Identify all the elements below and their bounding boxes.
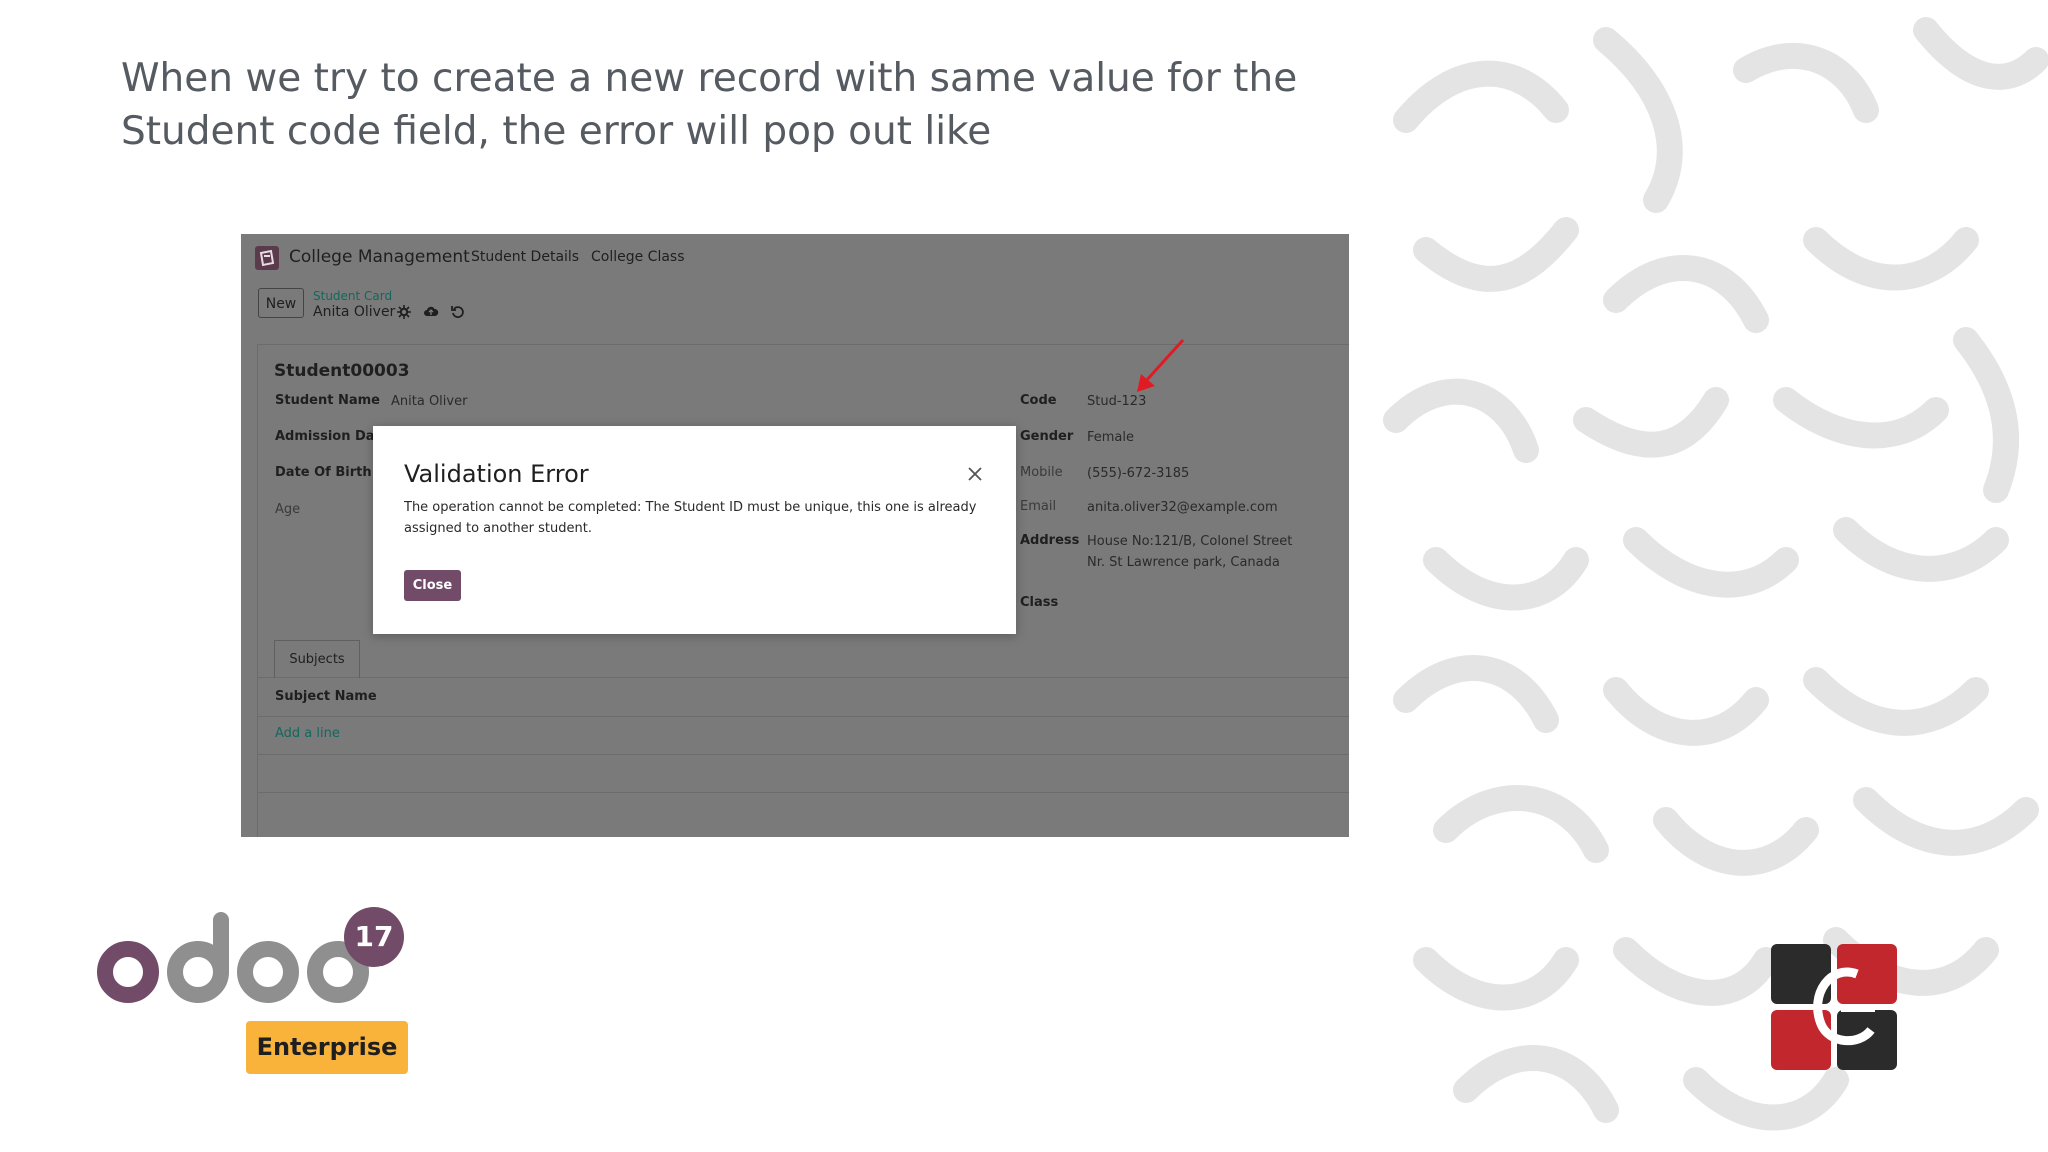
tab-subjects[interactable]: Subjects bbox=[274, 640, 360, 678]
label-email: Email bbox=[1020, 499, 1057, 514]
close-icon[interactable] bbox=[965, 464, 985, 484]
decorative-pattern bbox=[1366, 0, 2048, 1152]
top-navbar: College Management Student Details Colle… bbox=[241, 234, 1349, 278]
record-name: Anita Oliver bbox=[313, 304, 396, 320]
value-student-name[interactable]: Anita Oliver bbox=[391, 394, 467, 409]
label-code: Code bbox=[1020, 393, 1057, 408]
enterprise-badge: Enterprise bbox=[246, 1021, 408, 1074]
red-arrow-icon bbox=[1137, 338, 1185, 392]
table-divider bbox=[257, 792, 1349, 793]
new-button[interactable]: New bbox=[258, 288, 304, 318]
label-address: Address bbox=[1020, 533, 1080, 548]
breadcrumb[interactable]: Student Card bbox=[313, 289, 392, 303]
label-gender: Gender bbox=[1020, 429, 1074, 444]
column-header-subject-name: Subject Name bbox=[275, 689, 377, 704]
app-icon[interactable] bbox=[255, 246, 279, 270]
label-age: Age bbox=[275, 502, 301, 517]
value-email[interactable]: anita.oliver32@example.com bbox=[1087, 500, 1278, 515]
dialog-message: The operation cannot be completed: The S… bbox=[404, 500, 977, 536]
validation-error-dialog: Validation Error The operation cannot be… bbox=[373, 426, 1016, 634]
menu-college-class[interactable]: College Class bbox=[591, 249, 685, 265]
gear-icon[interactable] bbox=[396, 304, 412, 320]
version-badge: 17 bbox=[344, 907, 404, 967]
tab-divider bbox=[257, 677, 1349, 678]
label-date-of-birth: Date Of Birth bbox=[275, 465, 372, 480]
record-title: Student00003 bbox=[274, 361, 410, 381]
add-line-link[interactable]: Add a line bbox=[275, 726, 340, 741]
table-divider bbox=[257, 754, 1349, 755]
label-mobile: Mobile bbox=[1020, 465, 1063, 480]
app-name[interactable]: College Management bbox=[289, 247, 470, 267]
company-logo bbox=[1771, 944, 1897, 1070]
value-address-line1[interactable]: House No:121/B, Colonel Street bbox=[1087, 534, 1292, 549]
table-divider bbox=[257, 716, 1349, 717]
label-class: Class bbox=[1020, 595, 1059, 610]
cloud-save-icon[interactable] bbox=[423, 304, 439, 320]
menu-student-details[interactable]: Student Details bbox=[471, 249, 579, 265]
slide-headline: When we try to create a new record with … bbox=[121, 56, 1298, 154]
dialog-title: Validation Error bbox=[404, 460, 589, 488]
value-gender[interactable]: Female bbox=[1087, 430, 1134, 445]
discard-icon[interactable] bbox=[450, 304, 466, 320]
value-mobile[interactable]: (555)-672-3185 bbox=[1087, 466, 1189, 481]
value-address-line2[interactable]: Nr. St Lawrence park, Canada bbox=[1087, 555, 1280, 570]
label-student-name: Student Name bbox=[275, 393, 380, 408]
close-button[interactable]: Close bbox=[404, 570, 461, 601]
